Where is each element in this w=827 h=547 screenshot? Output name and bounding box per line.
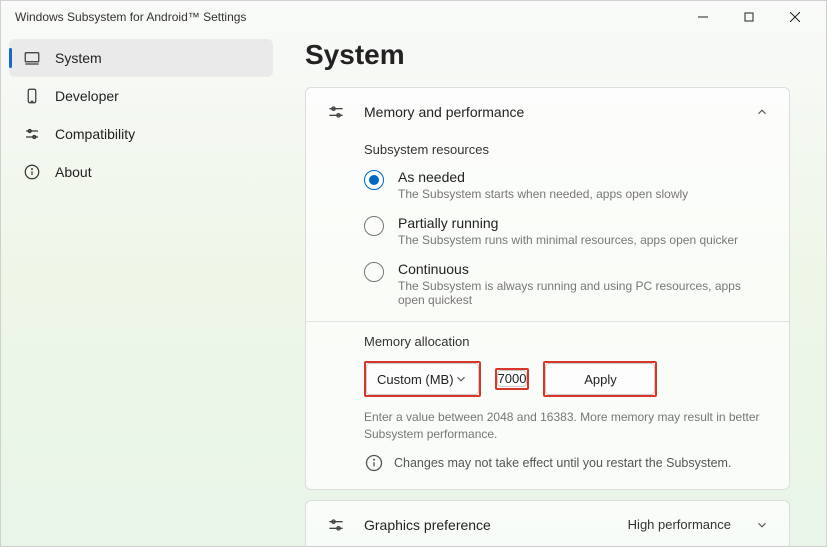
graphics-preference-card: Graphics preference High performance — [305, 500, 790, 546]
chevron-down-icon — [755, 518, 769, 532]
info-icon — [364, 453, 384, 473]
sidebar-item-compatibility[interactable]: Compatibility — [9, 115, 273, 153]
monitor-icon — [23, 49, 41, 67]
memory-performance-header[interactable]: Memory and performance — [306, 88, 789, 136]
restart-note: Changes may not take effect until you re… — [364, 453, 769, 473]
radio-icon — [364, 216, 384, 236]
window-title: Windows Subsystem for Android™ Settings — [9, 10, 680, 24]
option-desc: The Subsystem is always running and usin… — [398, 279, 769, 307]
sidebar-item-label: About — [55, 164, 92, 180]
option-title: Continuous — [398, 261, 769, 277]
highlight-box: 7000 — [495, 368, 530, 390]
page-title: System — [305, 39, 790, 71]
sidebar-item-label: Compatibility — [55, 126, 135, 142]
titlebar: Windows Subsystem for Android™ Settings — [1, 1, 826, 33]
sidebar: System Developer Compatibility About — [1, 33, 281, 546]
restart-note-text: Changes may not take effect until you re… — [394, 456, 731, 470]
highlight-box: Apply — [543, 361, 657, 397]
sidebar-item-label: Developer — [55, 88, 119, 104]
minimize-button[interactable] — [680, 2, 726, 32]
option-title: As needed — [398, 169, 688, 185]
graphics-preference-header[interactable]: Graphics preference High performance — [306, 501, 789, 546]
developer-icon — [23, 87, 41, 105]
allocation-hint: Enter a value between 2048 and 16383. Mo… — [364, 409, 769, 443]
select-value: Custom (MB) — [377, 372, 454, 387]
memory-performance-card: Memory and performance Subsystem resourc… — [305, 87, 790, 490]
resources-label: Subsystem resources — [364, 142, 769, 157]
close-button[interactable] — [772, 2, 818, 32]
sidebar-item-developer[interactable]: Developer — [9, 77, 273, 115]
chevron-down-icon — [454, 372, 468, 386]
graphics-value: High performance — [628, 517, 731, 532]
highlight-box: Custom (MB) — [364, 361, 481, 397]
radio-icon — [364, 262, 384, 282]
option-desc: The Subsystem runs with minimal resource… — [398, 233, 738, 247]
sidebar-item-system[interactable]: System — [9, 39, 273, 77]
chevron-up-icon — [755, 105, 769, 119]
sliders-icon — [326, 102, 346, 122]
sidebar-item-label: System — [55, 50, 102, 66]
apply-button[interactable]: Apply — [545, 363, 655, 395]
allocation-label: Memory allocation — [364, 334, 769, 349]
radio-continuous[interactable]: Continuous The Subsystem is always runni… — [364, 261, 769, 307]
sidebar-item-about[interactable]: About — [9, 153, 273, 191]
card-title: Memory and performance — [364, 104, 737, 120]
info-icon — [23, 163, 41, 181]
option-title: Partially running — [398, 215, 738, 231]
maximize-button[interactable] — [726, 2, 772, 32]
allocation-value-input[interactable]: 7000 — [497, 370, 528, 387]
divider — [306, 321, 789, 322]
allocation-select[interactable]: Custom (MB) — [366, 363, 479, 395]
option-desc: The Subsystem starts when needed, apps o… — [398, 187, 688, 201]
main-content: System Memory and performance Subsystem … — [281, 33, 826, 546]
sliders-icon — [326, 515, 346, 535]
card-title: Graphics preference — [364, 517, 610, 533]
radio-as-needed[interactable]: As needed The Subsystem starts when need… — [364, 169, 769, 201]
radio-partially-running[interactable]: Partially running The Subsystem runs wit… — [364, 215, 769, 247]
sliders-icon — [23, 125, 41, 143]
radio-icon — [364, 170, 384, 190]
